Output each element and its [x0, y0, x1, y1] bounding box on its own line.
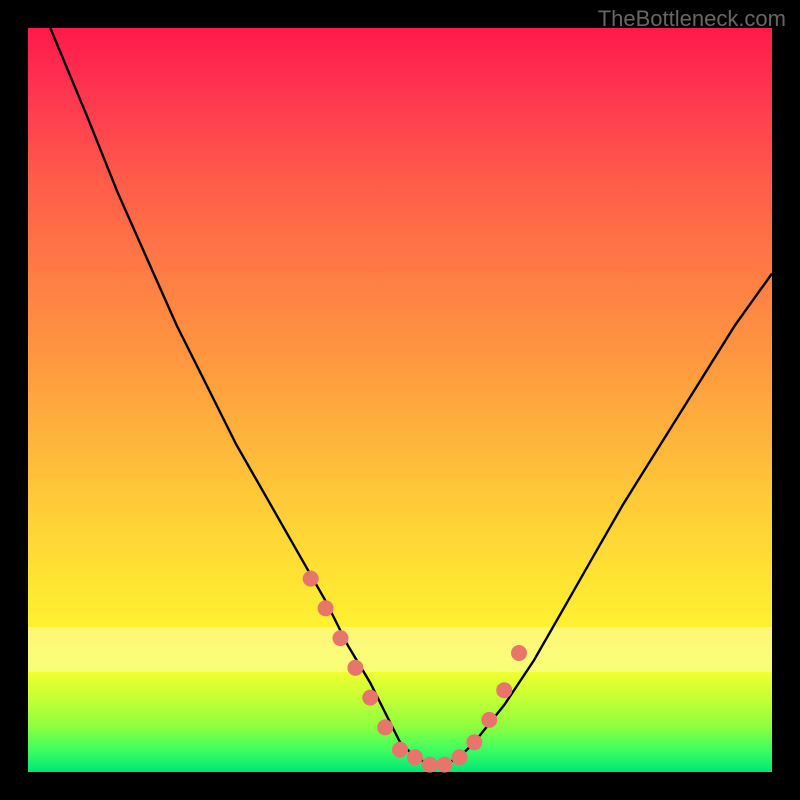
- marker-dot: [407, 749, 423, 765]
- chart-plot-area: [28, 28, 772, 772]
- marker-dot: [466, 734, 482, 750]
- marker-dot: [437, 757, 453, 773]
- marker-dot: [303, 571, 319, 587]
- marker-dot: [362, 690, 378, 706]
- marker-dot: [392, 742, 408, 758]
- marker-dot: [481, 712, 497, 728]
- marker-dot: [377, 719, 393, 735]
- marker-group: [303, 571, 527, 773]
- marker-dot: [496, 682, 512, 698]
- watermark-text: TheBottleneck.com: [598, 6, 786, 32]
- bottleneck-curve-line: [50, 28, 772, 765]
- marker-dot: [318, 600, 334, 616]
- marker-dot: [347, 660, 363, 676]
- marker-dot: [422, 757, 438, 773]
- marker-dot: [452, 749, 468, 765]
- marker-dot: [333, 630, 349, 646]
- marker-dot: [511, 645, 527, 661]
- chart-svg: [28, 28, 772, 772]
